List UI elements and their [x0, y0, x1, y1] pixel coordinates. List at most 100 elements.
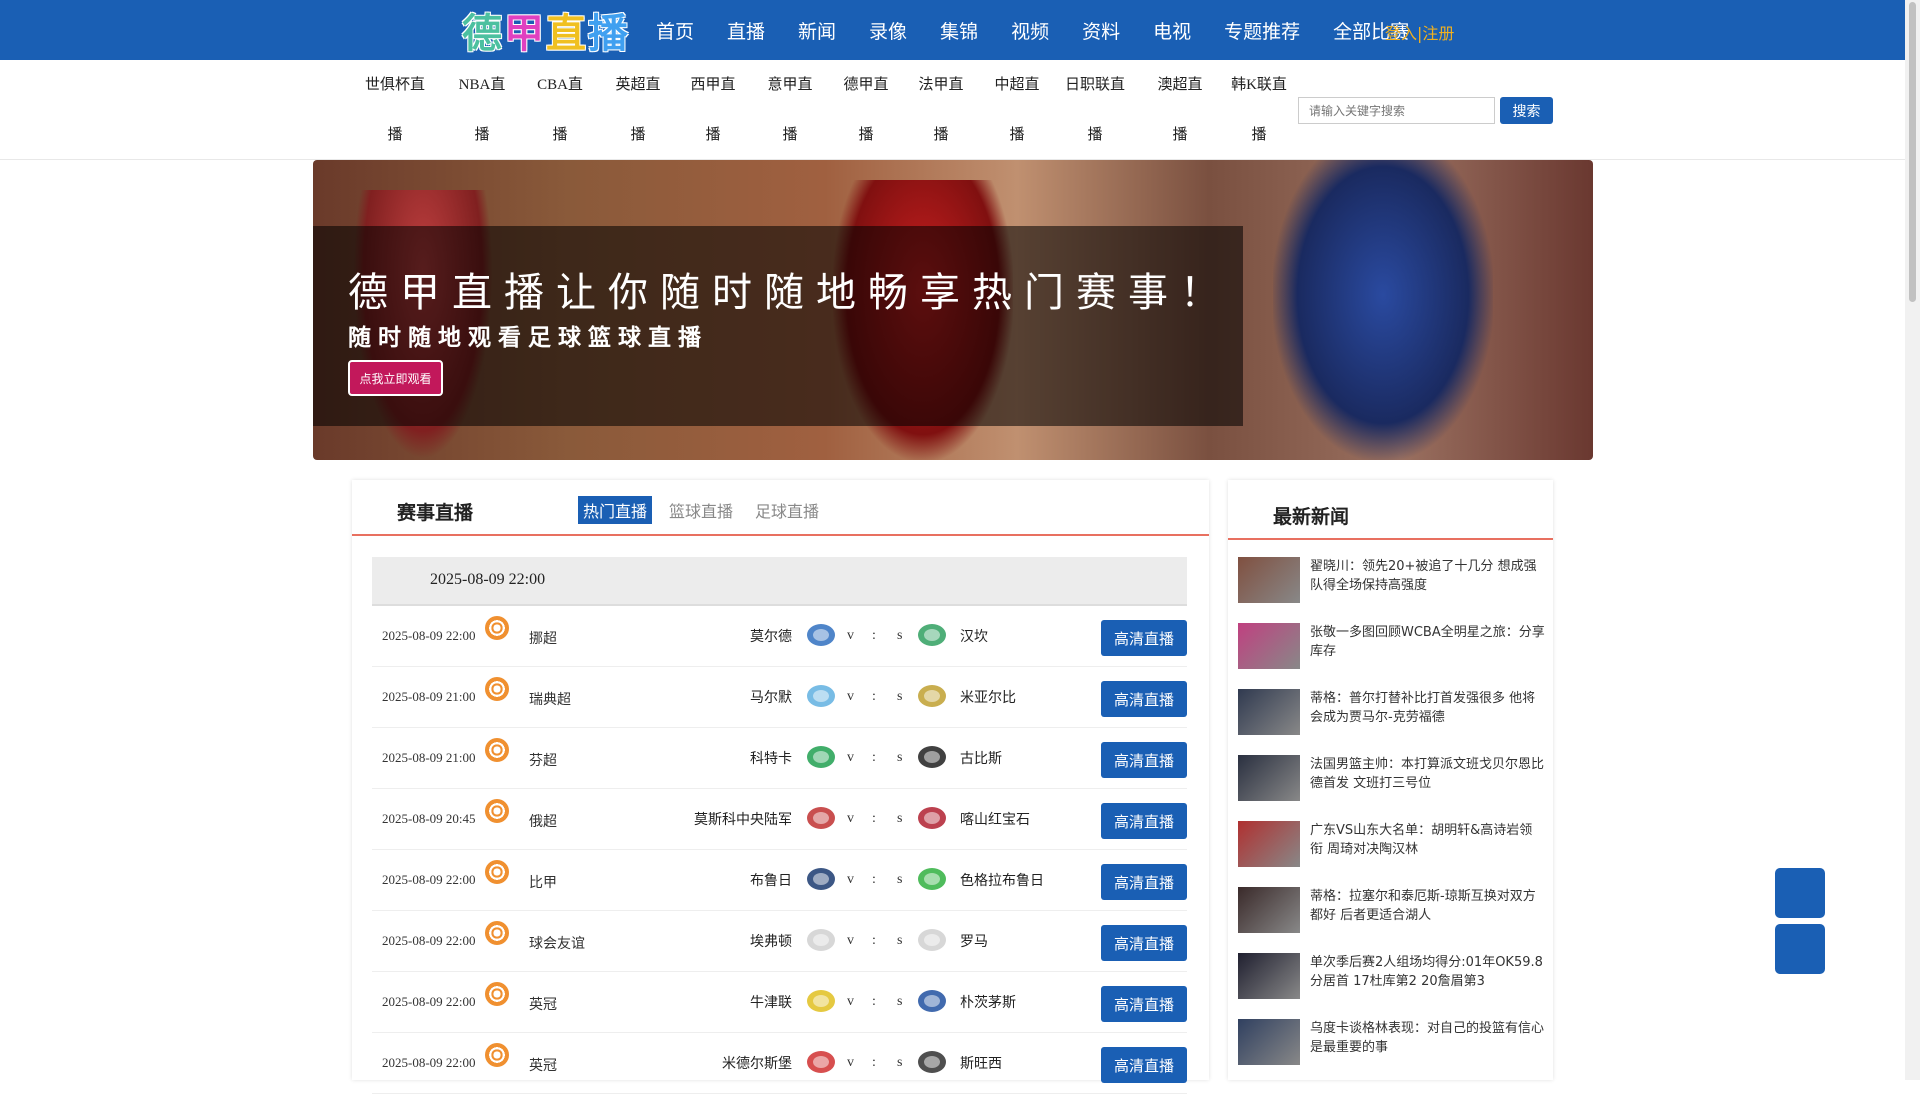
match-panel-title: 赛事直播	[397, 502, 474, 524]
league-name: 挪超	[529, 631, 557, 647]
match-row: 2025-08-09 20:45 俄超 莫斯科中央陆军 v: s 喀山红宝石 高清直播	[372, 789, 1187, 850]
login-register-link[interactable]: 登入|注册	[1385, 20, 1454, 44]
news-headline[interactable]: 蒂格：拉塞尔和泰厄斯-琼斯互换对双方都好 后者更适合湖人	[1310, 887, 1545, 925]
news-item[interactable]: 张敬一多图回顾WCBA全明星之旅：分享库存	[1238, 623, 1548, 689]
subnav-item[interactable]: 西甲直播	[673, 60, 753, 160]
subnav-item[interactable]: 世俱杯直播	[355, 60, 435, 160]
match-row: 2025-08-09 21:00 瑞典超 马尔默 v: s 米亚尔比 高清直播	[372, 667, 1187, 728]
subnav-item[interactable]: 中超直播	[977, 60, 1057, 160]
news-item[interactable]: 单次季后赛2人组场均得分:01年OK59.8分居首 17杜库第2 20詹眉第3	[1238, 953, 1548, 1019]
score-separator: :	[872, 933, 876, 948]
hd-live-button[interactable]: 高清直播	[1101, 864, 1187, 900]
match-row: 2025-08-09 22:00 挪超 莫尔德 v: s 汉坎 高清直播	[372, 606, 1187, 667]
news-thumbnail[interactable]	[1238, 1019, 1300, 1065]
news-item[interactable]: 法国男篮主帅：本打算派文班戈贝尔恩比德首发 文班打三号位	[1238, 755, 1548, 821]
nav-highlights[interactable]: 集锦	[940, 17, 978, 44]
hd-live-button[interactable]: 高清直播	[1101, 986, 1187, 1022]
subnav-item-line2: 播	[1009, 127, 1025, 143]
subnav-item[interactable]: 意甲直播	[750, 60, 830, 160]
site-logo[interactable]: 德 甲 直 播	[462, 6, 630, 57]
search-input[interactable]	[1298, 97, 1495, 124]
news-thumbnail[interactable]	[1238, 557, 1300, 603]
news-item[interactable]: 乌度卡谈格林表现：对自己的投篮有信心是最重要的事	[1238, 1019, 1548, 1085]
banner-subline: 随时随地观看足球篮球直播	[348, 325, 708, 351]
subnav-item[interactable]: 德甲直播	[826, 60, 906, 160]
nav-video[interactable]: 视频	[1011, 17, 1049, 44]
nav-home[interactable]: 首页	[656, 17, 694, 44]
home-team-logo-icon	[807, 868, 835, 890]
float-button[interactable]	[1775, 924, 1825, 974]
away-team-logo-icon	[918, 929, 946, 951]
nav-news[interactable]: 新闻	[798, 17, 836, 44]
hd-live-button[interactable]: 高清直播	[1101, 1047, 1187, 1083]
nav-replay[interactable]: 录像	[869, 17, 907, 44]
home-team: 科特卡	[750, 751, 792, 767]
nav-data[interactable]: 资料	[1082, 17, 1120, 44]
subnav-item-line2: 播	[387, 127, 403, 143]
match-row: 2025-08-09 21:00 芬超 科特卡 v: s 古比斯 高清直播	[372, 728, 1187, 789]
top-navbar: 德 甲 直 播 首页 直播 新闻 录像 集锦 视频 资料 电视 专题推荐 全部比…	[0, 0, 1905, 60]
news-headline[interactable]: 广东VS山东大名单：胡明轩&高诗岩领衔 周琦对决陶汉林	[1310, 821, 1545, 859]
match-time: 2025-08-09 21:00	[382, 689, 476, 704]
hd-live-button[interactable]: 高清直播	[1101, 925, 1187, 961]
hd-live-button[interactable]: 高清直播	[1101, 681, 1187, 717]
subnav-item[interactable]: 日职联直播	[1055, 60, 1135, 160]
news-headline[interactable]: 蒂格：普尔打替补比打首发强很多 他将会成为贾马尔-克劳福德	[1310, 689, 1545, 727]
subnav-item-line2: 播	[474, 127, 490, 143]
league-name: 芬超	[529, 753, 557, 769]
news-thumbnail[interactable]	[1238, 953, 1300, 999]
news-headline[interactable]: 张敬一多图回顾WCBA全明星之旅：分享库存	[1310, 623, 1545, 661]
football-icon	[485, 1043, 509, 1067]
news-item[interactable]: 广东VS山东大名单：胡明轩&高诗岩领衔 周琦对决陶汉林	[1238, 821, 1548, 887]
hd-live-button[interactable]: 高清直播	[1101, 620, 1187, 656]
vs-label: v	[847, 689, 854, 704]
hd-live-button[interactable]: 高清直播	[1101, 742, 1187, 778]
subnav-item[interactable]: 澳超直播	[1140, 60, 1220, 160]
league-name: 英冠	[529, 1058, 557, 1074]
subnav-item[interactable]: 法甲直播	[901, 60, 981, 160]
tab-hot-live[interactable]: 热门直播	[578, 496, 653, 524]
vs-label: v	[847, 994, 854, 1009]
subnav-item[interactable]: NBA直播	[442, 60, 522, 160]
tab-football-live[interactable]: 足球直播	[750, 496, 824, 524]
news-thumbnail[interactable]	[1238, 755, 1300, 801]
away-team-logo-icon	[918, 990, 946, 1012]
match-panel-header: 赛事直播 热门直播 篮球直播 足球直播	[352, 480, 1209, 536]
news-item[interactable]: 翟晓川：领先20+被追了十几分 想成强队得全场保持高强度	[1238, 557, 1548, 623]
score-label: s	[897, 750, 903, 765]
tab-basketball-live[interactable]: 篮球直播	[664, 496, 738, 524]
nav-live[interactable]: 直播	[727, 17, 765, 44]
float-button[interactable]	[1775, 868, 1825, 918]
logo-char: 德	[462, 11, 504, 57]
news-thumbnail[interactable]	[1238, 821, 1300, 867]
subnav-item[interactable]: 英超直播	[598, 60, 678, 160]
news-thumbnail[interactable]	[1238, 689, 1300, 735]
banner-image-player	[1273, 160, 1493, 460]
vs-label: v	[847, 628, 854, 643]
news-thumbnail[interactable]	[1238, 623, 1300, 669]
vs-label: v	[847, 811, 854, 826]
news-headline[interactable]: 单次季后赛2人组场均得分:01年OK59.8分居首 17杜库第2 20詹眉第3	[1310, 953, 1545, 991]
watch-now-button[interactable]: 点我立即观看	[348, 360, 443, 396]
news-headline[interactable]: 乌度卡谈格林表现：对自己的投篮有信心是最重要的事	[1310, 1019, 1545, 1057]
subnav-item[interactable]: 韩K联直播	[1219, 60, 1299, 160]
home-team-logo-icon	[807, 746, 835, 768]
search-button[interactable]: 搜索	[1500, 97, 1553, 124]
scrollbar-thumb[interactable]	[1909, 2, 1916, 302]
news-item[interactable]: 蒂格：普尔打替补比打首发强很多 他将会成为贾马尔-克劳福德	[1238, 689, 1548, 755]
score-separator: :	[872, 628, 876, 643]
football-icon	[485, 738, 509, 762]
home-team: 马尔默	[750, 690, 792, 706]
subnav-item-line2: 播	[705, 127, 721, 143]
hd-live-button[interactable]: 高清直播	[1101, 803, 1187, 839]
news-thumbnail[interactable]	[1238, 887, 1300, 933]
news-item[interactable]: 蒂格：拉塞尔和泰厄斯-琼斯互换对双方都好 后者更适合湖人	[1238, 887, 1548, 953]
nav-special[interactable]: 专题推荐	[1224, 17, 1300, 44]
subnav-item-line1: 韩K联直	[1231, 77, 1287, 93]
away-team: 古比斯	[960, 751, 1002, 767]
match-time: 2025-08-09 22:00	[382, 628, 476, 643]
subnav-item[interactable]: CBA直播	[520, 60, 600, 160]
news-headline[interactable]: 法国男篮主帅：本打算派文班戈贝尔恩比德首发 文班打三号位	[1310, 755, 1545, 793]
nav-tv[interactable]: 电视	[1153, 17, 1191, 44]
news-headline[interactable]: 翟晓川：领先20+被追了十几分 想成强队得全场保持高强度	[1310, 557, 1545, 595]
